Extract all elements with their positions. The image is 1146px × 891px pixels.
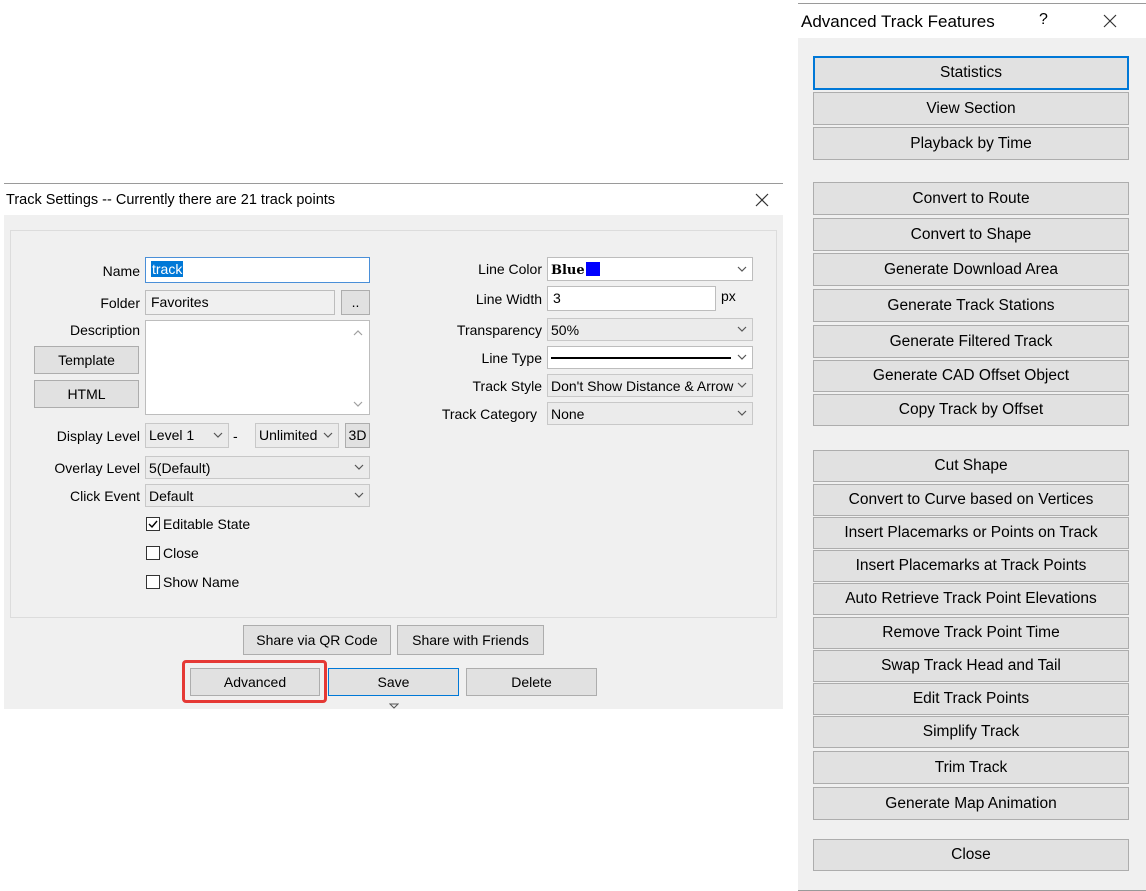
chevron-down-icon [354, 464, 364, 470]
highlight-annotation [182, 660, 327, 703]
view-section-button[interactable]: View Section [813, 92, 1129, 125]
scroll-down-icon[interactable] [353, 400, 363, 408]
display-level-to-select[interactable]: Unlimited [255, 423, 339, 448]
convert-to-route-button[interactable]: Convert to Route [813, 182, 1129, 215]
chevron-down-icon [737, 382, 747, 388]
track-style-label: Track Style [472, 378, 543, 394]
advanced-track-features-dialog: Advanced Track Features ? Statistics Vie… [798, 3, 1146, 891]
share-friends-button[interactable]: Share with Friends [397, 625, 544, 655]
convert-to-shape-button[interactable]: Convert to Shape [813, 218, 1129, 251]
overlay-level-label: Overlay Level [54, 460, 140, 476]
chevron-down-icon [213, 432, 223, 438]
chevron-down-icon [323, 432, 333, 438]
generate-map-animation-button[interactable]: Generate Map Animation [813, 787, 1129, 820]
line-width-unit: px [721, 288, 736, 304]
name-value: track [151, 261, 184, 277]
help-icon[interactable]: ? [1039, 11, 1048, 29]
insert-placemarks-or-points-button[interactable]: Insert Placemarks or Points on Track [813, 517, 1129, 549]
line-color-select[interactable]: Blue [547, 257, 753, 281]
transparency-select[interactable]: 50% [547, 318, 753, 341]
description-label: Description [69, 322, 140, 338]
insert-placemarks-at-track-points-button[interactable]: Insert Placemarks at Track Points [813, 550, 1129, 582]
line-color-label: Line Color [478, 261, 542, 277]
dialog-title: Track Settings -- Currently there are 21… [6, 192, 336, 208]
overlay-level-select[interactable]: 5(Default) [145, 456, 370, 479]
track-settings-dialog: Track Settings -- Currently there are 21… [4, 183, 783, 709]
edit-track-points-button[interactable]: Edit Track Points [813, 683, 1129, 715]
share-qr-button[interactable]: Share via QR Code [243, 625, 391, 655]
trim-track-button[interactable]: Trim Track [813, 751, 1129, 784]
chevron-down-icon [737, 266, 747, 272]
close-icon[interactable] [1100, 11, 1120, 31]
generate-track-stations-button[interactable]: Generate Track Stations [813, 289, 1129, 322]
track-category-select[interactable]: None [547, 402, 753, 425]
level-range-dash: - [233, 428, 238, 444]
chevron-down-icon [737, 410, 747, 416]
expand-arrow-icon[interactable] [389, 703, 399, 710]
statistics-button[interactable]: Statistics [813, 56, 1129, 90]
show-name-label: Show Name [163, 574, 240, 590]
close-icon[interactable] [752, 190, 772, 210]
editable-state-label: Editable State [163, 516, 251, 532]
html-button[interactable]: HTML [34, 380, 139, 408]
save-button[interactable]: Save [328, 668, 459, 696]
3d-button[interactable]: 3D [345, 423, 370, 448]
generate-download-area-button[interactable]: Generate Download Area [813, 253, 1129, 286]
simplify-track-button[interactable]: Simplify Track [813, 716, 1129, 748]
show-name-checkbox[interactable] [146, 575, 160, 589]
track-category-value: None [551, 406, 585, 422]
transparency-value: 50% [551, 322, 580, 338]
folder-browse-button[interactable]: .. [341, 290, 370, 315]
overlay-level-value: 5(Default) [149, 460, 211, 476]
cut-shape-button[interactable]: Cut Shape [813, 450, 1129, 482]
color-swatch [586, 262, 600, 276]
delete-button[interactable]: Delete [466, 668, 597, 696]
name-label: Name [102, 263, 140, 279]
line-width-input[interactable]: 3 [547, 286, 716, 311]
folder-field[interactable]: Favorites [145, 290, 335, 315]
display-level-from-value: Level 1 [149, 427, 195, 443]
folder-label: Folder [100, 295, 140, 311]
close-checkbox-label: Close [163, 545, 199, 561]
track-style-value: Don't Show Distance & Arrow [551, 378, 734, 394]
auto-retrieve-elevations-button[interactable]: Auto Retrieve Track Point Elevations [813, 583, 1129, 615]
generate-filtered-track-button[interactable]: Generate Filtered Track [813, 325, 1129, 358]
click-event-select[interactable]: Default [145, 484, 370, 507]
dialog-title: Advanced Track Features [801, 12, 995, 31]
scroll-up-icon[interactable] [353, 329, 363, 337]
chevron-down-icon [737, 326, 747, 332]
transparency-label: Transparency [456, 322, 542, 338]
track-style-select[interactable]: Don't Show Distance & Arrow [547, 374, 753, 397]
click-event-label: Click Event [69, 488, 140, 504]
click-event-value: Default [149, 488, 194, 504]
line-width-label: Line Width [475, 291, 542, 307]
editable-state-checkbox[interactable] [146, 517, 160, 531]
display-level-label: Display Level [56, 428, 140, 444]
display-level-from-select[interactable]: Level 1 [145, 423, 229, 448]
line-type-select[interactable] [547, 346, 753, 369]
display-level-to-value: Unlimited [259, 427, 318, 443]
name-input[interactable]: track [145, 257, 370, 283]
solid-line-sample [551, 357, 731, 359]
swap-track-head-tail-button[interactable]: Swap Track Head and Tail [813, 650, 1129, 682]
close-button[interactable]: Close [813, 839, 1129, 871]
chevron-down-icon [354, 492, 364, 498]
copy-track-by-offset-button[interactable]: Copy Track by Offset [813, 394, 1129, 426]
line-type-label: Line Type [481, 350, 542, 366]
line-color-value: Blue [551, 263, 585, 278]
close-checkbox[interactable] [146, 546, 160, 560]
convert-to-curve-button[interactable]: Convert to Curve based on Vertices [813, 484, 1129, 516]
checkmark-icon [148, 520, 158, 529]
generate-cad-offset-object-button[interactable]: Generate CAD Offset Object [813, 360, 1129, 392]
chevron-down-icon [737, 354, 747, 360]
template-button[interactable]: Template [34, 346, 139, 374]
remove-track-point-time-button[interactable]: Remove Track Point Time [813, 617, 1129, 649]
track-category-label: Track Category [441, 406, 537, 422]
description-textarea[interactable] [145, 320, 370, 415]
playback-by-time-button[interactable]: Playback by Time [813, 127, 1129, 160]
